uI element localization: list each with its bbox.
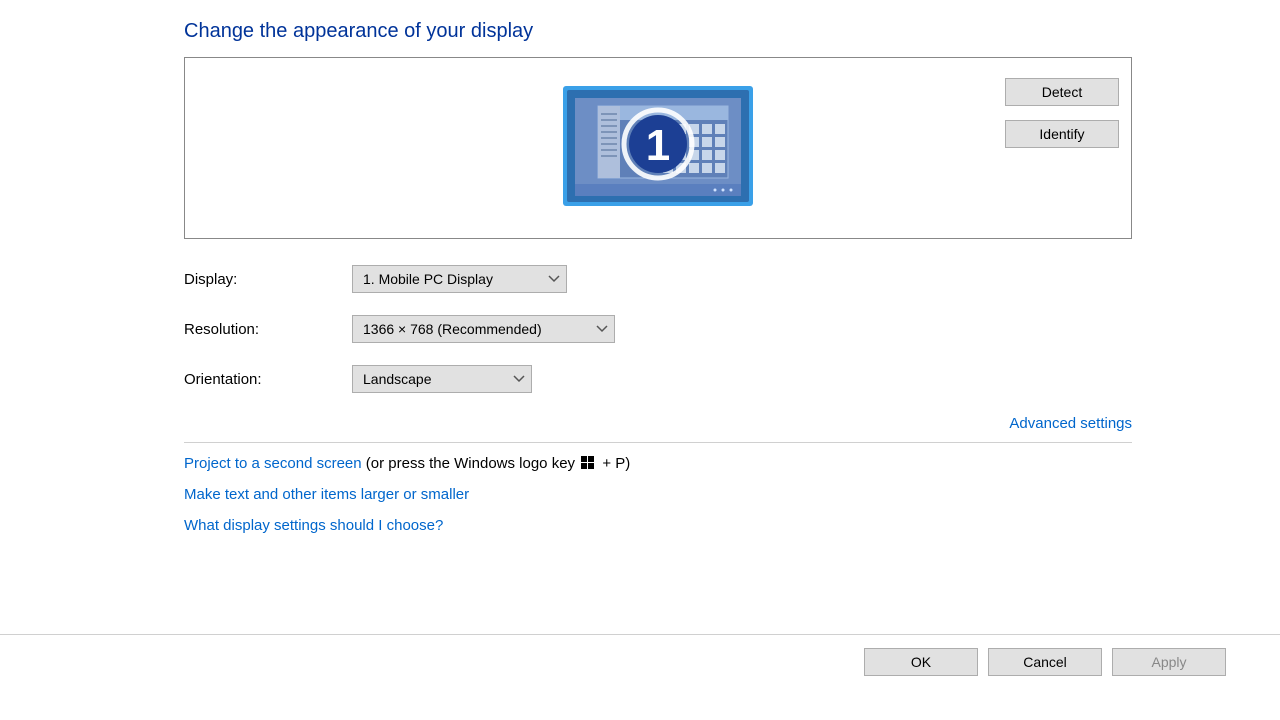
monitor-number: 1 bbox=[646, 121, 670, 170]
which-settings-link[interactable]: What display settings should I choose? bbox=[184, 517, 443, 534]
display-preview-box: 1 Detect Identify bbox=[184, 57, 1132, 239]
resolution-combobox[interactable]: 1366 × 768 (Recommended) bbox=[352, 315, 615, 343]
project-hint-post: + P) bbox=[598, 455, 630, 472]
windows-logo-icon bbox=[581, 456, 595, 470]
resolution-label: Resolution: bbox=[184, 321, 352, 338]
page-title: Change the appearance of your display bbox=[184, 20, 1132, 43]
orientation-value: Landscape bbox=[363, 371, 432, 387]
text-size-link[interactable]: Make text and other items larger or smal… bbox=[184, 486, 469, 503]
display-value: 1. Mobile PC Display bbox=[363, 271, 493, 287]
cancel-button[interactable]: Cancel bbox=[988, 648, 1102, 676]
display-combobox[interactable]: 1. Mobile PC Display bbox=[352, 265, 567, 293]
project-hint-pre: (or press the Windows logo key bbox=[362, 455, 580, 472]
ok-button[interactable]: OK bbox=[864, 648, 978, 676]
detect-button[interactable]: Detect bbox=[1005, 78, 1119, 106]
chevron-down-icon bbox=[513, 375, 525, 383]
orientation-combobox[interactable]: Landscape bbox=[352, 365, 532, 393]
orientation-label: Orientation: bbox=[184, 371, 352, 388]
display-label: Display: bbox=[184, 271, 352, 288]
project-second-screen-link[interactable]: Project to a second screen bbox=[184, 455, 362, 472]
chevron-down-icon bbox=[548, 275, 560, 283]
monitor-preview[interactable]: 1 bbox=[563, 86, 753, 210]
identify-button[interactable]: Identify bbox=[1005, 120, 1119, 148]
chevron-down-icon bbox=[596, 325, 608, 333]
footer-divider bbox=[0, 634, 1280, 635]
apply-button[interactable]: Apply bbox=[1112, 648, 1226, 676]
divider bbox=[184, 442, 1132, 443]
advanced-settings-link[interactable]: Advanced settings bbox=[1009, 415, 1132, 432]
resolution-value: 1366 × 768 (Recommended) bbox=[363, 321, 542, 337]
